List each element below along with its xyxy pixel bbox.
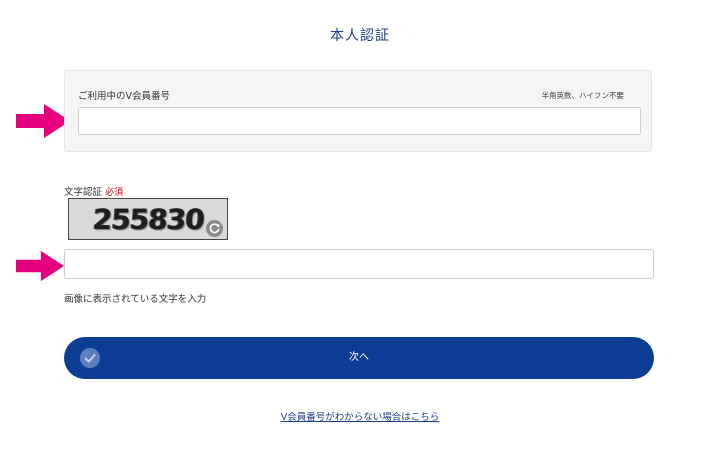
captcha-image: 255830: [68, 198, 228, 240]
auth-page: 本人認証 ご利用中のV会員番号 半角英数、ハイフン不要 文字認証 必須 25583…: [0, 0, 720, 471]
captcha-input[interactable]: [64, 249, 654, 279]
captcha-image-text: 255830: [91, 203, 206, 236]
right-arrow-icon: [16, 104, 70, 138]
member-number-panel: ご利用中のV会員番号 半角英数、ハイフン不要: [64, 70, 652, 152]
member-number-hint: 半角英数、ハイフン不要: [541, 91, 625, 100]
forgot-member-number-link[interactable]: V会員番号がわからない場合はこちら: [281, 412, 440, 423]
captcha-label-row: 文字認証 必須: [64, 184, 123, 198]
required-badge: 必須: [105, 188, 124, 198]
captcha-help-text: 画像に表示されている文字を入力: [64, 294, 207, 305]
member-number-input[interactable]: [78, 107, 641, 135]
page-title: 本人認証: [330, 28, 390, 44]
captcha-label: 文字認証: [64, 187, 103, 198]
refresh-icon[interactable]: [206, 220, 223, 237]
forgot-member-number-row: V会員番号がわからない場合はこちら: [0, 409, 720, 423]
member-number-label: ご利用中のV会員番号: [78, 91, 170, 102]
next-button[interactable]: 次へ: [64, 337, 654, 379]
next-button-label: 次へ: [349, 352, 369, 363]
right-arrow-icon: [16, 250, 64, 282]
